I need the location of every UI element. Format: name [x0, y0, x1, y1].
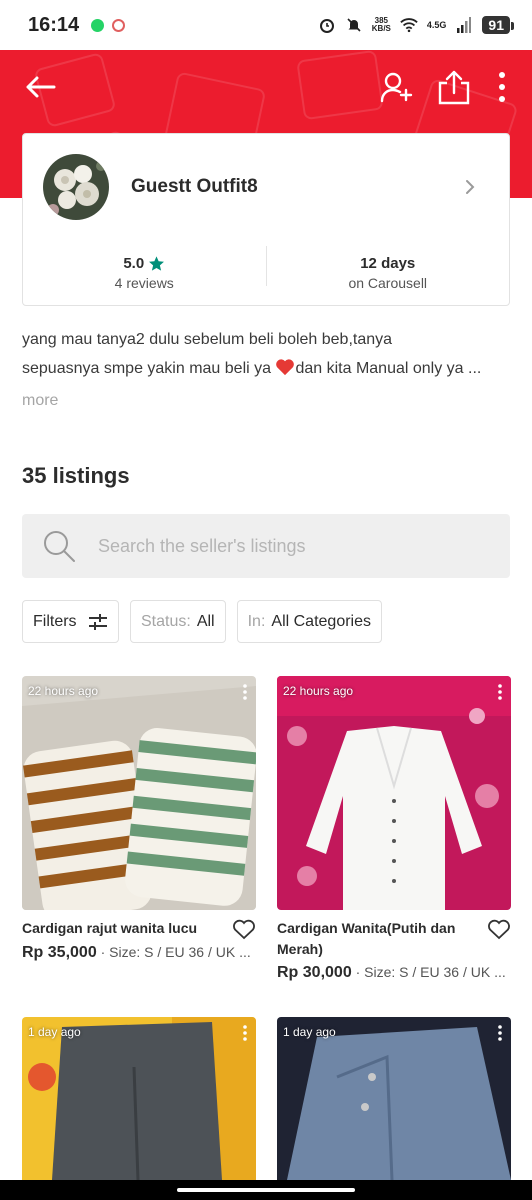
status-filter-label: Status: — [141, 612, 191, 630]
back-button[interactable] — [18, 65, 62, 109]
listing-image[interactable]: 1 day ago — [277, 1017, 511, 1180]
mute-icon — [345, 16, 363, 34]
listing-image[interactable]: 1 day ago — [22, 1017, 256, 1180]
listing-title: Cardigan rajut wanita lucu — [22, 920, 198, 936]
bio-line-1: yang mau tanya2 dulu sebelum beli boleh … — [22, 331, 393, 348]
bio-line-2-end: dan kita Manual only ya ... — [295, 360, 482, 377]
filters-label: Filters — [33, 612, 77, 630]
network-type: 4.5G — [426, 20, 447, 30]
listing-card[interactable]: 1 day ago — [277, 1017, 511, 1180]
listing-card[interactable]: 22 hours ago Cardigan Wanita(Putih dan M… — [277, 676, 511, 982]
profile-link[interactable]: Guestt Outfit8 — [23, 134, 509, 240]
whatsapp-icon — [91, 18, 105, 32]
category-filter-label: In: — [247, 612, 266, 630]
back-arrow-icon — [26, 76, 56, 98]
listing-image[interactable]: 22 hours ago — [22, 676, 256, 910]
vertical-dots-icon — [499, 72, 505, 102]
bio-line-2-start: sepuasnya smpe yakin mau beli ya — [22, 360, 276, 377]
days-value: 12 days — [360, 255, 416, 272]
listing-price: Rp 35,000 — [22, 944, 97, 961]
status-time: 16:14 — [28, 13, 80, 36]
listing-title: Cardigan Wanita(Putih dan Merah) — [277, 920, 456, 957]
filter-sliders-icon — [89, 613, 107, 630]
days-label: on Carousell — [348, 275, 428, 291]
rating-stat[interactable]: 5.0 4 reviews — [23, 240, 266, 306]
listings-count: 35 listings — [22, 463, 130, 488]
member-duration-stat: 12 days on Carousell — [267, 240, 510, 306]
listing-time: 22 hours ago — [283, 684, 354, 698]
search-input[interactable]: Search the seller's listings — [22, 514, 510, 578]
vertical-dots-icon[interactable] — [497, 684, 503, 700]
more-options-button[interactable] — [490, 65, 514, 109]
network-speed: 385 KB/S — [371, 16, 391, 33]
avatar — [43, 154, 109, 220]
listing-price: Rp 30,000 — [277, 964, 352, 981]
home-indicator[interactable] — [177, 1188, 355, 1192]
follow-button[interactable] — [374, 65, 418, 109]
notification-icon — [112, 18, 126, 32]
profile-card: Guestt Outfit8 5.0 4 reviews 12 days on … — [22, 133, 510, 306]
listing-time: 1 day ago — [28, 1025, 81, 1039]
search-placeholder: Search the seller's listings — [98, 535, 306, 556]
filters-button[interactable]: Filters — [22, 600, 119, 643]
alarm-icon — [318, 16, 336, 34]
share-icon — [438, 70, 470, 105]
listing-image[interactable]: 22 hours ago — [277, 676, 511, 910]
reviews-count: 4 reviews — [114, 275, 174, 291]
seller-bio: yang mau tanya2 dulu sebelum beli boleh … — [22, 325, 512, 383]
listing-card[interactable]: 1 day ago — [22, 1017, 256, 1180]
star-icon — [149, 256, 165, 271]
chevron-right-icon — [466, 180, 475, 194]
share-button[interactable] — [432, 65, 476, 109]
top-navigation — [0, 62, 532, 112]
vertical-dots-icon[interactable] — [242, 1025, 248, 1041]
listing-card[interactable]: 22 hours ago Cardigan rajut wanita lucu … — [22, 676, 256, 962]
heart-icon[interactable] — [232, 918, 256, 940]
vertical-dots-icon[interactable] — [497, 1025, 503, 1041]
rating-value: 5.0 — [123, 255, 145, 272]
heart-icon[interactable] — [487, 918, 511, 940]
status-filter[interactable]: Status: All — [130, 600, 226, 643]
bio-more-link[interactable]: more — [22, 392, 58, 410]
wifi-icon — [400, 16, 418, 34]
search-icon — [44, 531, 75, 562]
profile-stats: 5.0 4 reviews 12 days on Carousell — [23, 240, 509, 306]
status-bar: 16:14 385 KB/S 4.5G 91 — [0, 0, 532, 50]
heart-emoji-icon — [276, 359, 295, 376]
filter-chips: Filters Status: All In: All Categories — [22, 600, 382, 643]
vertical-dots-icon[interactable] — [242, 684, 248, 700]
listing-details: · Size: S / EU 36 / UK ... — [351, 964, 506, 980]
signal-icon — [455, 16, 473, 34]
status-filter-value: All — [196, 612, 215, 630]
category-filter-value: All Categories — [271, 612, 371, 630]
listing-details: · Size: S / EU 36 / UK ... — [96, 944, 251, 960]
listing-time: 1 day ago — [283, 1025, 336, 1039]
category-filter[interactable]: In: All Categories — [236, 600, 382, 643]
listing-time: 22 hours ago — [28, 684, 99, 698]
add-user-icon — [380, 72, 413, 103]
username: Guestt Outfit8 — [131, 176, 258, 197]
battery-indicator: 91 — [482, 16, 514, 34]
